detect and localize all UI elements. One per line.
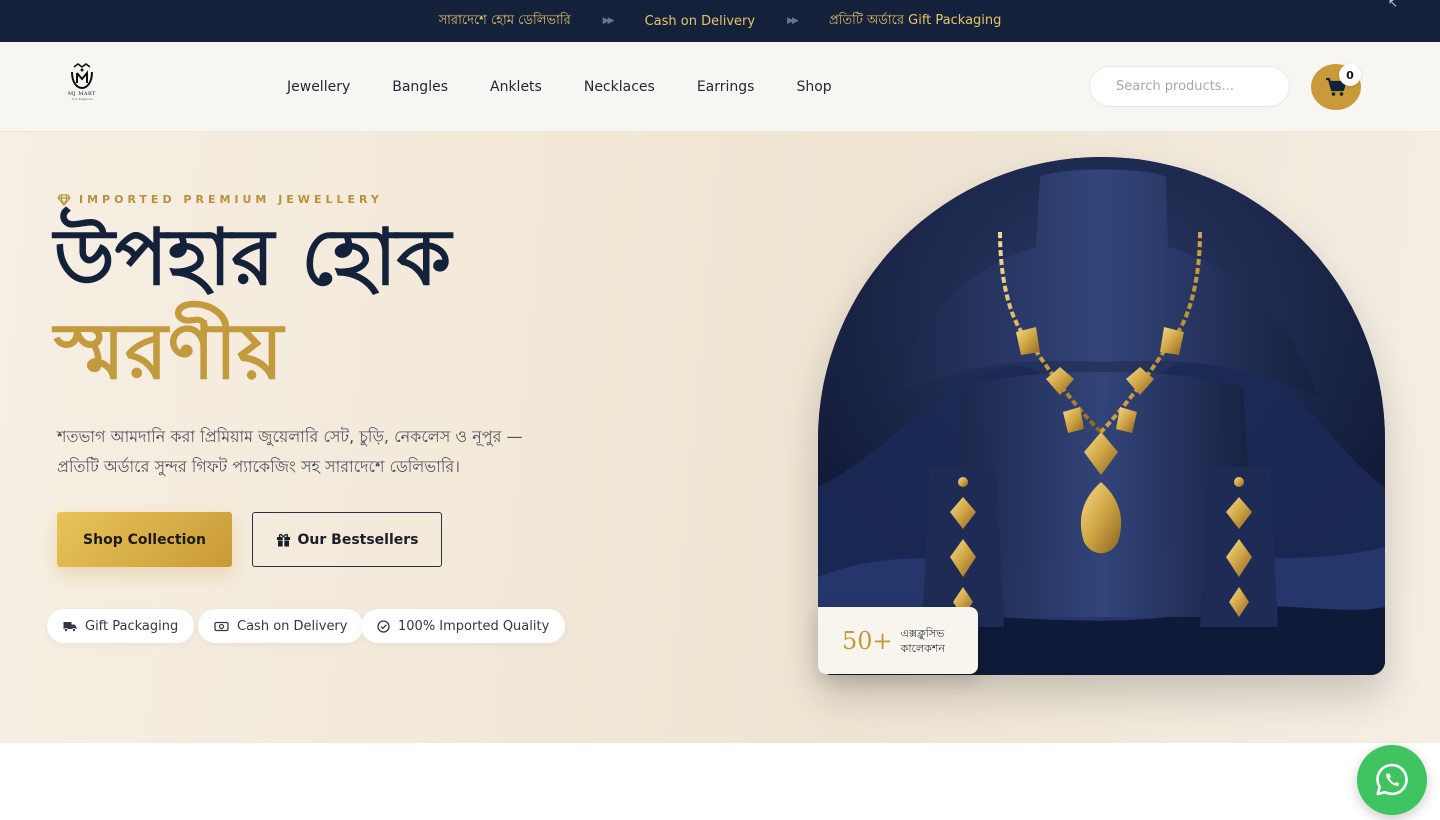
hero-title-line1: উপহার হোক [54,213,452,303]
collection-stat-card: 50+ এক্সক্লুসিভ কালেকশন [818,607,978,674]
logo-mark-icon [71,63,93,90]
chip-label: Cash on Delivery [237,618,348,634]
bestsellers-button-label: Our Bestsellers [297,531,419,548]
chevron-right-icon: ▶▶ [787,16,799,26]
brand-logo[interactable]: MJ MART Your Elegance [62,62,102,110]
bestsellers-button[interactable]: Our Bestsellers [252,512,442,567]
check-circle-icon [377,619,390,633]
cursor-icon: ↖ [1387,0,1398,10]
chevron-right-icon: ▶▶ [602,16,615,26]
nav-necklaces[interactable]: Necklaces [584,79,655,95]
necklace-set-image [818,157,1385,675]
site-header: MJ MART Your Elegance Jewellery Bangles … [0,42,1440,132]
shop-collection-button[interactable]: Shop Collection [57,512,232,567]
collection-label: এক্সক্লুসিভ কালেকশন [901,626,945,656]
chip-label: Gift Packaging [85,618,179,634]
nav-earrings[interactable]: Earrings [697,79,755,95]
diamond-icon [57,193,71,206]
main-nav: Jewellery Bangles Anklets Necklaces Earr… [287,42,874,132]
collection-label-line1: এক্সক্লুসিভ [900,626,945,640]
hero-eyebrow: IMPORTED PREMIUM JEWELLERY [57,193,383,206]
chip-cash-on-delivery: Cash on Delivery [198,609,364,643]
nav-bangles[interactable]: Bangles [392,79,448,95]
whatsapp-button[interactable] [1357,745,1427,815]
announcement-gift: প্রতিটি অর্ডারে Gift Packaging [828,12,1002,28]
nav-jewellery[interactable]: Jewellery [287,79,350,95]
hero-section: IMPORTED PREMIUM JEWELLERY উপহার হোক স্ম… [0,132,1440,743]
announcement-bar: সারাদেশে হোম ডেলিভারি ▶▶ Cash on Deliver… [0,0,1440,42]
gift-icon [276,533,290,546]
nav-anklets[interactable]: Anklets [490,79,542,95]
chip-label: 100% Imported Quality [398,618,550,634]
cash-icon [214,621,229,631]
cart-count-badge: 0 [1339,64,1361,86]
whatsapp-icon [1376,763,1408,796]
announcement-delivery: সারাদেশে হোম ডেলিভারি [438,12,571,28]
nav-shop[interactable]: Shop [796,79,831,95]
chip-gift-packaging: Gift Packaging [47,609,195,643]
collection-label-line2: কালেকশন [900,641,945,655]
chip-imported-quality: 100% Imported Quality [361,609,566,643]
hero-product-image [818,157,1385,675]
logo-subtitle: Your Elegance [71,97,93,101]
hero-eyebrow-text: IMPORTED PREMIUM JEWELLERY [79,193,383,206]
collection-count: 50+ [842,626,893,655]
announcement-cod: Cash on Delivery [644,13,756,29]
hero-title-line2: স্মরণীয় [54,307,284,397]
hero-description: শতভাগ আমদানি করা প্রিমিয়াম জুয়েলারি সে… [57,427,523,476]
truck-icon [63,621,77,632]
search-input[interactable] [1089,66,1290,107]
